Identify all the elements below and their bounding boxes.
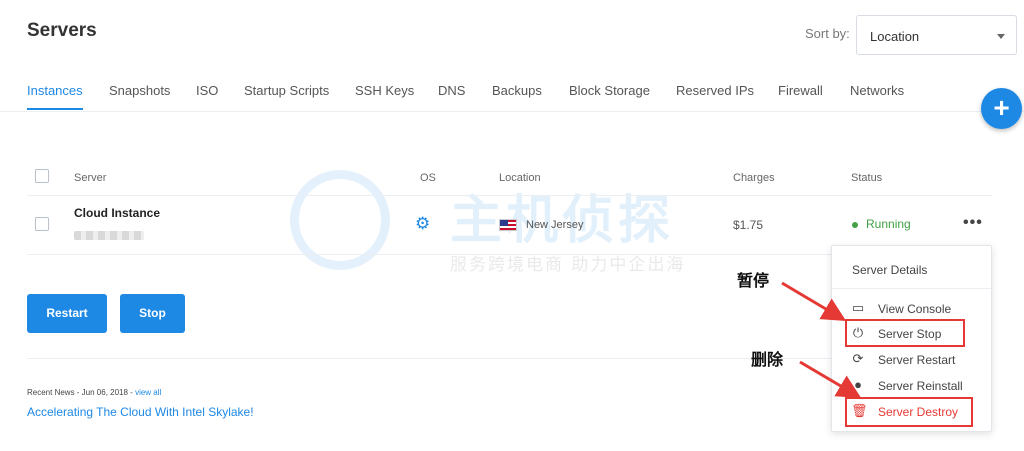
- sort-select[interactable]: Location: [856, 15, 1017, 55]
- plus-icon: +: [993, 92, 1010, 123]
- us-flag-icon: [499, 219, 517, 231]
- table-divider: [27, 195, 992, 196]
- watermark-globe-icon: [290, 170, 390, 270]
- menu-item-label: Server Reinstall: [878, 379, 963, 393]
- tab-instances[interactable]: Instances: [27, 83, 83, 110]
- menu-item-view-console[interactable]: ▭ View Console: [832, 298, 991, 320]
- column-header-status: Status: [851, 172, 883, 184]
- menu-item-server-reinstall[interactable]: ● Server Reinstall: [832, 375, 991, 397]
- tab-dns[interactable]: DNS: [438, 83, 465, 108]
- highlight-server-stop: [845, 319, 965, 347]
- stop-button[interactable]: Stop: [120, 294, 185, 333]
- more-options-icon[interactable]: •••: [963, 214, 983, 232]
- news-title-link[interactable]: Accelerating The Cloud With Intel Skylak…: [27, 405, 254, 419]
- restart-button[interactable]: Restart: [27, 294, 107, 333]
- tab-bar: Instances Snapshots ISO Startup Scripts …: [0, 82, 1024, 112]
- gear-icon: ⚙: [415, 214, 431, 233]
- column-header-location: Location: [499, 172, 541, 184]
- tab-iso[interactable]: ISO: [196, 83, 218, 108]
- instance-charges: $1.75: [733, 218, 764, 232]
- tab-backups[interactable]: Backups: [492, 83, 542, 108]
- tab-startup-scripts[interactable]: Startup Scripts: [244, 83, 329, 108]
- watermark-title: 主机侦探: [450, 191, 675, 251]
- sort-select-value: Location: [870, 29, 920, 44]
- column-header-os: OS: [420, 172, 436, 184]
- column-header-charges: Charges: [733, 172, 775, 184]
- column-header-server: Server: [74, 172, 107, 184]
- tab-snapshots[interactable]: Snapshots: [109, 83, 170, 108]
- tab-ssh-keys[interactable]: SSH Keys: [355, 83, 414, 108]
- tab-firewall[interactable]: Firewall: [778, 83, 823, 108]
- menu-item-label: View Console: [878, 302, 952, 316]
- highlight-server-destroy: [845, 397, 973, 427]
- status-badge: Running: [866, 217, 911, 231]
- add-server-button[interactable]: +: [981, 88, 1022, 129]
- page-title: Servers: [27, 20, 97, 41]
- status-dot-icon: [852, 222, 858, 228]
- row-checkbox[interactable]: [35, 217, 49, 231]
- annotation-delete: 删除: [751, 350, 784, 369]
- annotation-pause: 暂停: [737, 271, 770, 290]
- menu-item-label: Server Restart: [878, 353, 956, 367]
- news-date: Recent News - Jun 06, 2018 -: [27, 388, 136, 397]
- view-all-link[interactable]: view all: [135, 388, 161, 397]
- menu-header-server-details[interactable]: Server Details: [852, 263, 927, 277]
- tab-block-storage[interactable]: Block Storage: [569, 83, 650, 108]
- reinstall-icon: ●: [854, 377, 862, 392]
- console-icon: ▭: [851, 300, 865, 315]
- chevron-down-icon: [997, 34, 1005, 39]
- instance-name-link[interactable]: Cloud Instance: [74, 206, 160, 220]
- menu-divider: [832, 288, 991, 289]
- news-meta: Recent News - Jun 06, 2018 - view all: [27, 388, 161, 397]
- menu-item-server-restart[interactable]: ⟳ Server Restart: [832, 349, 991, 371]
- select-all-checkbox[interactable]: [35, 169, 49, 183]
- tab-networks[interactable]: Networks: [850, 83, 904, 108]
- sort-label: Sort by:: [805, 26, 850, 41]
- tab-reserved-ips[interactable]: Reserved IPs: [676, 83, 754, 108]
- instance-ip-redacted: [74, 231, 144, 240]
- instance-location: New Jersey: [526, 219, 584, 231]
- restart-icon: ⟳: [852, 351, 864, 366]
